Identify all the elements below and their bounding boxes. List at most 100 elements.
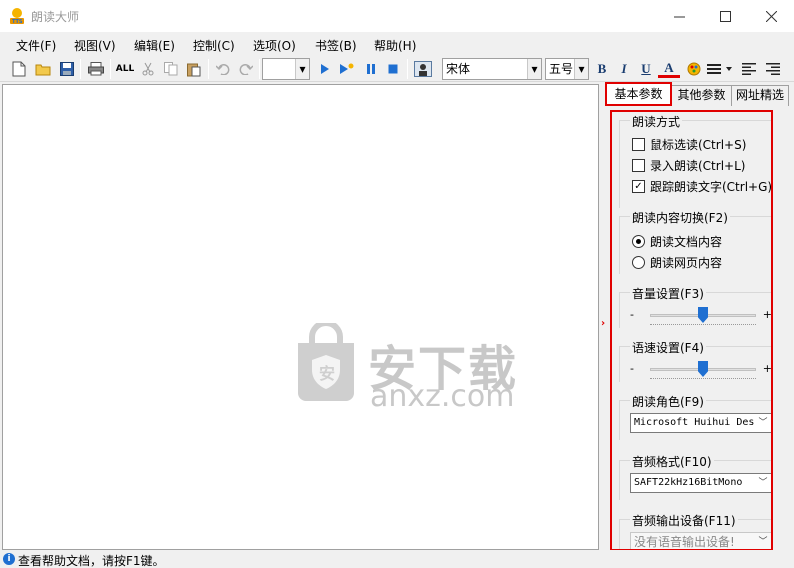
collapse-panel-icon[interactable]: › [601, 318, 605, 329]
audio-format-value: SAFT22kHz16BitMono [634, 477, 743, 488]
cut-button[interactable] [137, 58, 159, 80]
radio-unselected-icon [632, 256, 645, 269]
open-button[interactable] [32, 58, 54, 80]
audio-format-group: 音频格式(F10) SAFT22kHz16BitMono ﹀ [619, 453, 771, 500]
play-from-cursor-button[interactable] [336, 58, 358, 80]
checkbox-box [632, 138, 645, 151]
new-document-icon [12, 61, 26, 77]
voice-title: 朗读角色(F9) [630, 393, 706, 410]
volume-thumb[interactable] [698, 307, 708, 323]
checkbox-box [632, 159, 645, 172]
play-icon [321, 64, 329, 74]
speed-plus: + [762, 362, 772, 375]
play-from-cursor-icon [340, 63, 354, 74]
volume-minus: - [630, 308, 634, 321]
audio-output-value: 没有语音输出设备! [634, 535, 735, 549]
redo-icon [239, 64, 253, 75]
chevron-down-icon: ﹀ [757, 474, 769, 492]
track-text-label: 跟踪朗读文字(Ctrl+G) [650, 180, 773, 194]
tab-basic-params[interactable]: 基本参数 [605, 82, 672, 106]
align-right-icon [766, 63, 780, 75]
align-left-button[interactable] [738, 58, 760, 80]
chevron-down-icon: ﹀ [757, 414, 769, 432]
input-read-checkbox[interactable]: 录入朗读(Ctrl+L) [632, 157, 745, 174]
select-all-button[interactable]: ALL [114, 58, 136, 80]
read-mode-group: 朗读方式 鼠标选读(Ctrl+S) 录入朗读(Ctrl+L) ✓ 跟踪朗读文字(… [619, 113, 773, 208]
pause-icon [367, 64, 375, 74]
audio-format-select[interactable]: SAFT22kHz16BitMono ﹀ [630, 473, 771, 493]
tab-other-params[interactable]: 其他参数 [671, 85, 732, 106]
read-webpage-radio[interactable]: 朗读网页内容 [632, 254, 722, 271]
watermark-subtext: anxz.com [370, 379, 515, 414]
speed-thumb[interactable] [698, 361, 708, 377]
printer-icon [88, 62, 104, 76]
copy-button[interactable] [160, 58, 182, 80]
volume-slider[interactable]: - + [630, 304, 771, 328]
document-selector[interactable]: ▾ [262, 58, 310, 80]
tab-featured-urls[interactable]: 网址精选 [731, 85, 789, 106]
status-text: 查看帮助文档，请按F1键。 [18, 554, 165, 568]
input-read-label: 录入朗读(Ctrl+L) [650, 159, 746, 173]
minimize-button[interactable] [656, 0, 702, 32]
audio-output-select[interactable]: 没有语音输出设备! ﹀ [630, 532, 771, 549]
shield-icon: 安 [298, 323, 354, 401]
palette-icon [687, 62, 701, 76]
voice-select[interactable]: Microsoft Huihui Des ﹀ [630, 413, 771, 433]
play-button[interactable] [314, 58, 336, 80]
panel-tabs: 基本参数 其他参数 网址精选 [605, 82, 790, 106]
text-editor[interactable]: 安 安下载 anxz.com [2, 84, 599, 550]
menu-bar: 文件(F) 视图(V) 编辑(E) 控制(C) 选项(O) 书签(B) 帮助(H… [0, 32, 794, 56]
content-switch-group: 朗读内容切换(F2) 朗读文档内容 朗读网页内容 [619, 209, 771, 274]
highlight-button[interactable] [683, 58, 705, 80]
stop-button[interactable] [382, 58, 404, 80]
info-icon: i [3, 553, 15, 565]
menu-bookmarks[interactable]: 书签(B) [315, 37, 357, 54]
maximize-icon [719, 10, 731, 22]
svg-text:安: 安 [319, 364, 335, 383]
app-logo-icon: TTS [10, 8, 24, 25]
align-right-button[interactable] [762, 58, 784, 80]
undo-icon [216, 64, 230, 75]
menu-view[interactable]: 视图(V) [74, 37, 116, 54]
speed-slider[interactable]: - + [630, 358, 772, 382]
new-button[interactable] [8, 58, 30, 80]
paste-button[interactable] [183, 58, 205, 80]
save-icon [60, 62, 74, 76]
read-document-radio[interactable]: 朗读文档内容 [632, 233, 722, 250]
speech-button[interactable] [412, 58, 434, 80]
bold-button[interactable]: B [591, 58, 613, 80]
print-button[interactable] [85, 58, 107, 80]
open-folder-icon [35, 64, 51, 76]
line-style-button[interactable] [706, 58, 734, 80]
font-color-button[interactable]: A [658, 60, 680, 78]
mouse-select-read-checkbox[interactable]: 鼠标选读(Ctrl+S) [632, 136, 746, 153]
save-button[interactable] [56, 58, 78, 80]
read-webpage-label: 朗读网页内容 [650, 256, 723, 270]
underline-button[interactable]: U [635, 58, 657, 80]
chevron-down-icon: ▾ [574, 59, 588, 79]
font-name-value: 宋体 [446, 62, 471, 76]
speed-title: 语速设置(F4) [630, 339, 706, 356]
italic-button[interactable]: I [613, 58, 635, 80]
svg-text:TTS: TTS [12, 19, 23, 25]
track-text-checkbox[interactable]: ✓ 跟踪朗读文字(Ctrl+G) [632, 178, 773, 195]
menu-control[interactable]: 控制(C) [193, 37, 235, 54]
menu-file[interactable]: 文件(F) [16, 37, 56, 54]
redo-button[interactable] [235, 58, 257, 80]
menu-help[interactable]: 帮助(H) [374, 37, 416, 54]
audio-output-title: 音频输出设备(F11) [630, 512, 738, 529]
align-left-icon [742, 63, 756, 75]
undo-button[interactable] [212, 58, 234, 80]
chevron-down-icon: ▾ [527, 59, 541, 79]
maximize-button[interactable] [702, 0, 748, 32]
font-size-select[interactable]: 五号 ▾ [545, 58, 589, 80]
pause-button[interactable] [360, 58, 382, 80]
copy-icon [164, 62, 178, 76]
chevron-down-icon: ▾ [295, 59, 309, 79]
close-button[interactable] [748, 0, 794, 32]
minimize-icon [673, 16, 685, 17]
read-mode-title: 朗读方式 [630, 113, 683, 130]
font-name-select[interactable]: 宋体 ▾ [442, 58, 542, 80]
menu-options[interactable]: 选项(O) [253, 37, 296, 54]
menu-edit[interactable]: 编辑(E) [134, 37, 175, 54]
